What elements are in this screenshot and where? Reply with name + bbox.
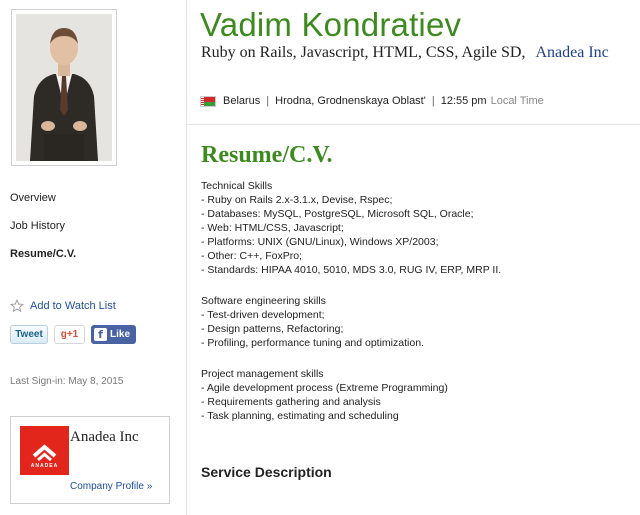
- like-label: Like: [110, 329, 131, 340]
- list-item: - Profiling, performance tuning and opti…: [201, 337, 424, 349]
- list-item: - Other: C++, FoxPro;: [201, 250, 302, 262]
- profile-side-nav: Overview Job History Resume/C.V.: [10, 190, 76, 274]
- profile-tagline: Ruby on Rails, Javascript, HTML, CSS, Ag…: [201, 44, 609, 62]
- add-to-watch-list-button[interactable]: Add to Watch List: [10, 299, 116, 313]
- list-item: - Platforms: UNIX (GNU/Linux), Windows X…: [201, 236, 439, 248]
- list-item: - Databases: MySQL, PostgreSQL, Microsof…: [201, 208, 474, 220]
- city: Hrodna, Grodnenskaya Oblast': [275, 95, 426, 107]
- company-link[interactable]: Anadea Inc: [535, 44, 608, 61]
- tweet-button[interactable]: Tweet: [10, 325, 48, 344]
- nav-overview[interactable]: Overview: [10, 190, 76, 218]
- star-icon: [10, 299, 24, 313]
- company-card: ANADEA Anadea Inc Company Profile »: [10, 416, 170, 504]
- company-name: Anadea Inc: [70, 429, 139, 445]
- software-engineering-skills: Software engineering skills - Test-drive…: [201, 294, 424, 350]
- profile-photo: [16, 14, 112, 161]
- list-item: - Task planning, estimating and scheduli…: [201, 410, 399, 422]
- profile-photo-frame: [11, 9, 117, 166]
- list-item: Technical Skills: [201, 180, 273, 192]
- list-item: - Design patterns, Refactoring;: [201, 323, 344, 335]
- list-item: - Requirements gathering and analysis: [201, 396, 381, 408]
- profile-name: Vadim Kondratiev: [200, 6, 462, 43]
- nav-job-history[interactable]: Job History: [10, 218, 76, 246]
- facebook-like-button[interactable]: f Like: [91, 325, 136, 344]
- belarus-flag-icon: [200, 95, 216, 107]
- person-photo-icon: [16, 14, 112, 161]
- social-buttons: Tweet g+1 f Like: [10, 325, 136, 344]
- project-management-skills: Project management skills - Agile develo…: [201, 367, 448, 423]
- company-profile-link[interactable]: Company Profile »: [70, 481, 152, 492]
- separator: |: [266, 95, 270, 107]
- google-plus-button[interactable]: g+1: [54, 325, 85, 344]
- service-description-heading: Service Description: [201, 464, 332, 480]
- profile-skills: Ruby on Rails, Javascript, HTML, CSS, Ag…: [201, 44, 526, 61]
- technical-skills: Technical Skills - Ruby on Rails 2.x-3.1…: [201, 179, 501, 277]
- country: Belarus: [223, 95, 261, 107]
- watch-list-label: Add to Watch List: [30, 300, 116, 312]
- company-logo-text: ANADEA: [30, 463, 59, 469]
- last-signin: Last Sign-in: May 8, 2015: [10, 376, 124, 387]
- list-item: - Standards: HIPAA 4010, 5010, MDS 3.0, …: [201, 264, 502, 276]
- list-item: Project management skills: [201, 368, 324, 380]
- list-item: - Ruby on Rails 2.x-3.1.x, Devise, Rspec…: [201, 194, 393, 206]
- list-item: Software engineering skills: [201, 295, 326, 307]
- header-divider: [186, 124, 640, 125]
- column-divider: [186, 0, 187, 515]
- list-item: - Web: HTML/CSS, Javascript;: [201, 222, 344, 234]
- separator: |: [431, 95, 435, 107]
- resume-title: Resume/C.V.: [201, 142, 333, 168]
- location-bar: Belarus | Hrodna, Grodnenskaya Oblast' |…: [200, 95, 544, 107]
- facebook-icon: f: [94, 328, 107, 341]
- company-logo[interactable]: ANADEA: [20, 426, 69, 475]
- local-time: 12:55 pm: [440, 95, 487, 107]
- local-time-label: Local Time: [490, 95, 544, 107]
- nav-resume[interactable]: Resume/C.V.: [10, 246, 76, 274]
- list-item: - Test-driven development;: [201, 309, 325, 321]
- list-item: - Agile development process (Extreme Pro…: [201, 382, 448, 394]
